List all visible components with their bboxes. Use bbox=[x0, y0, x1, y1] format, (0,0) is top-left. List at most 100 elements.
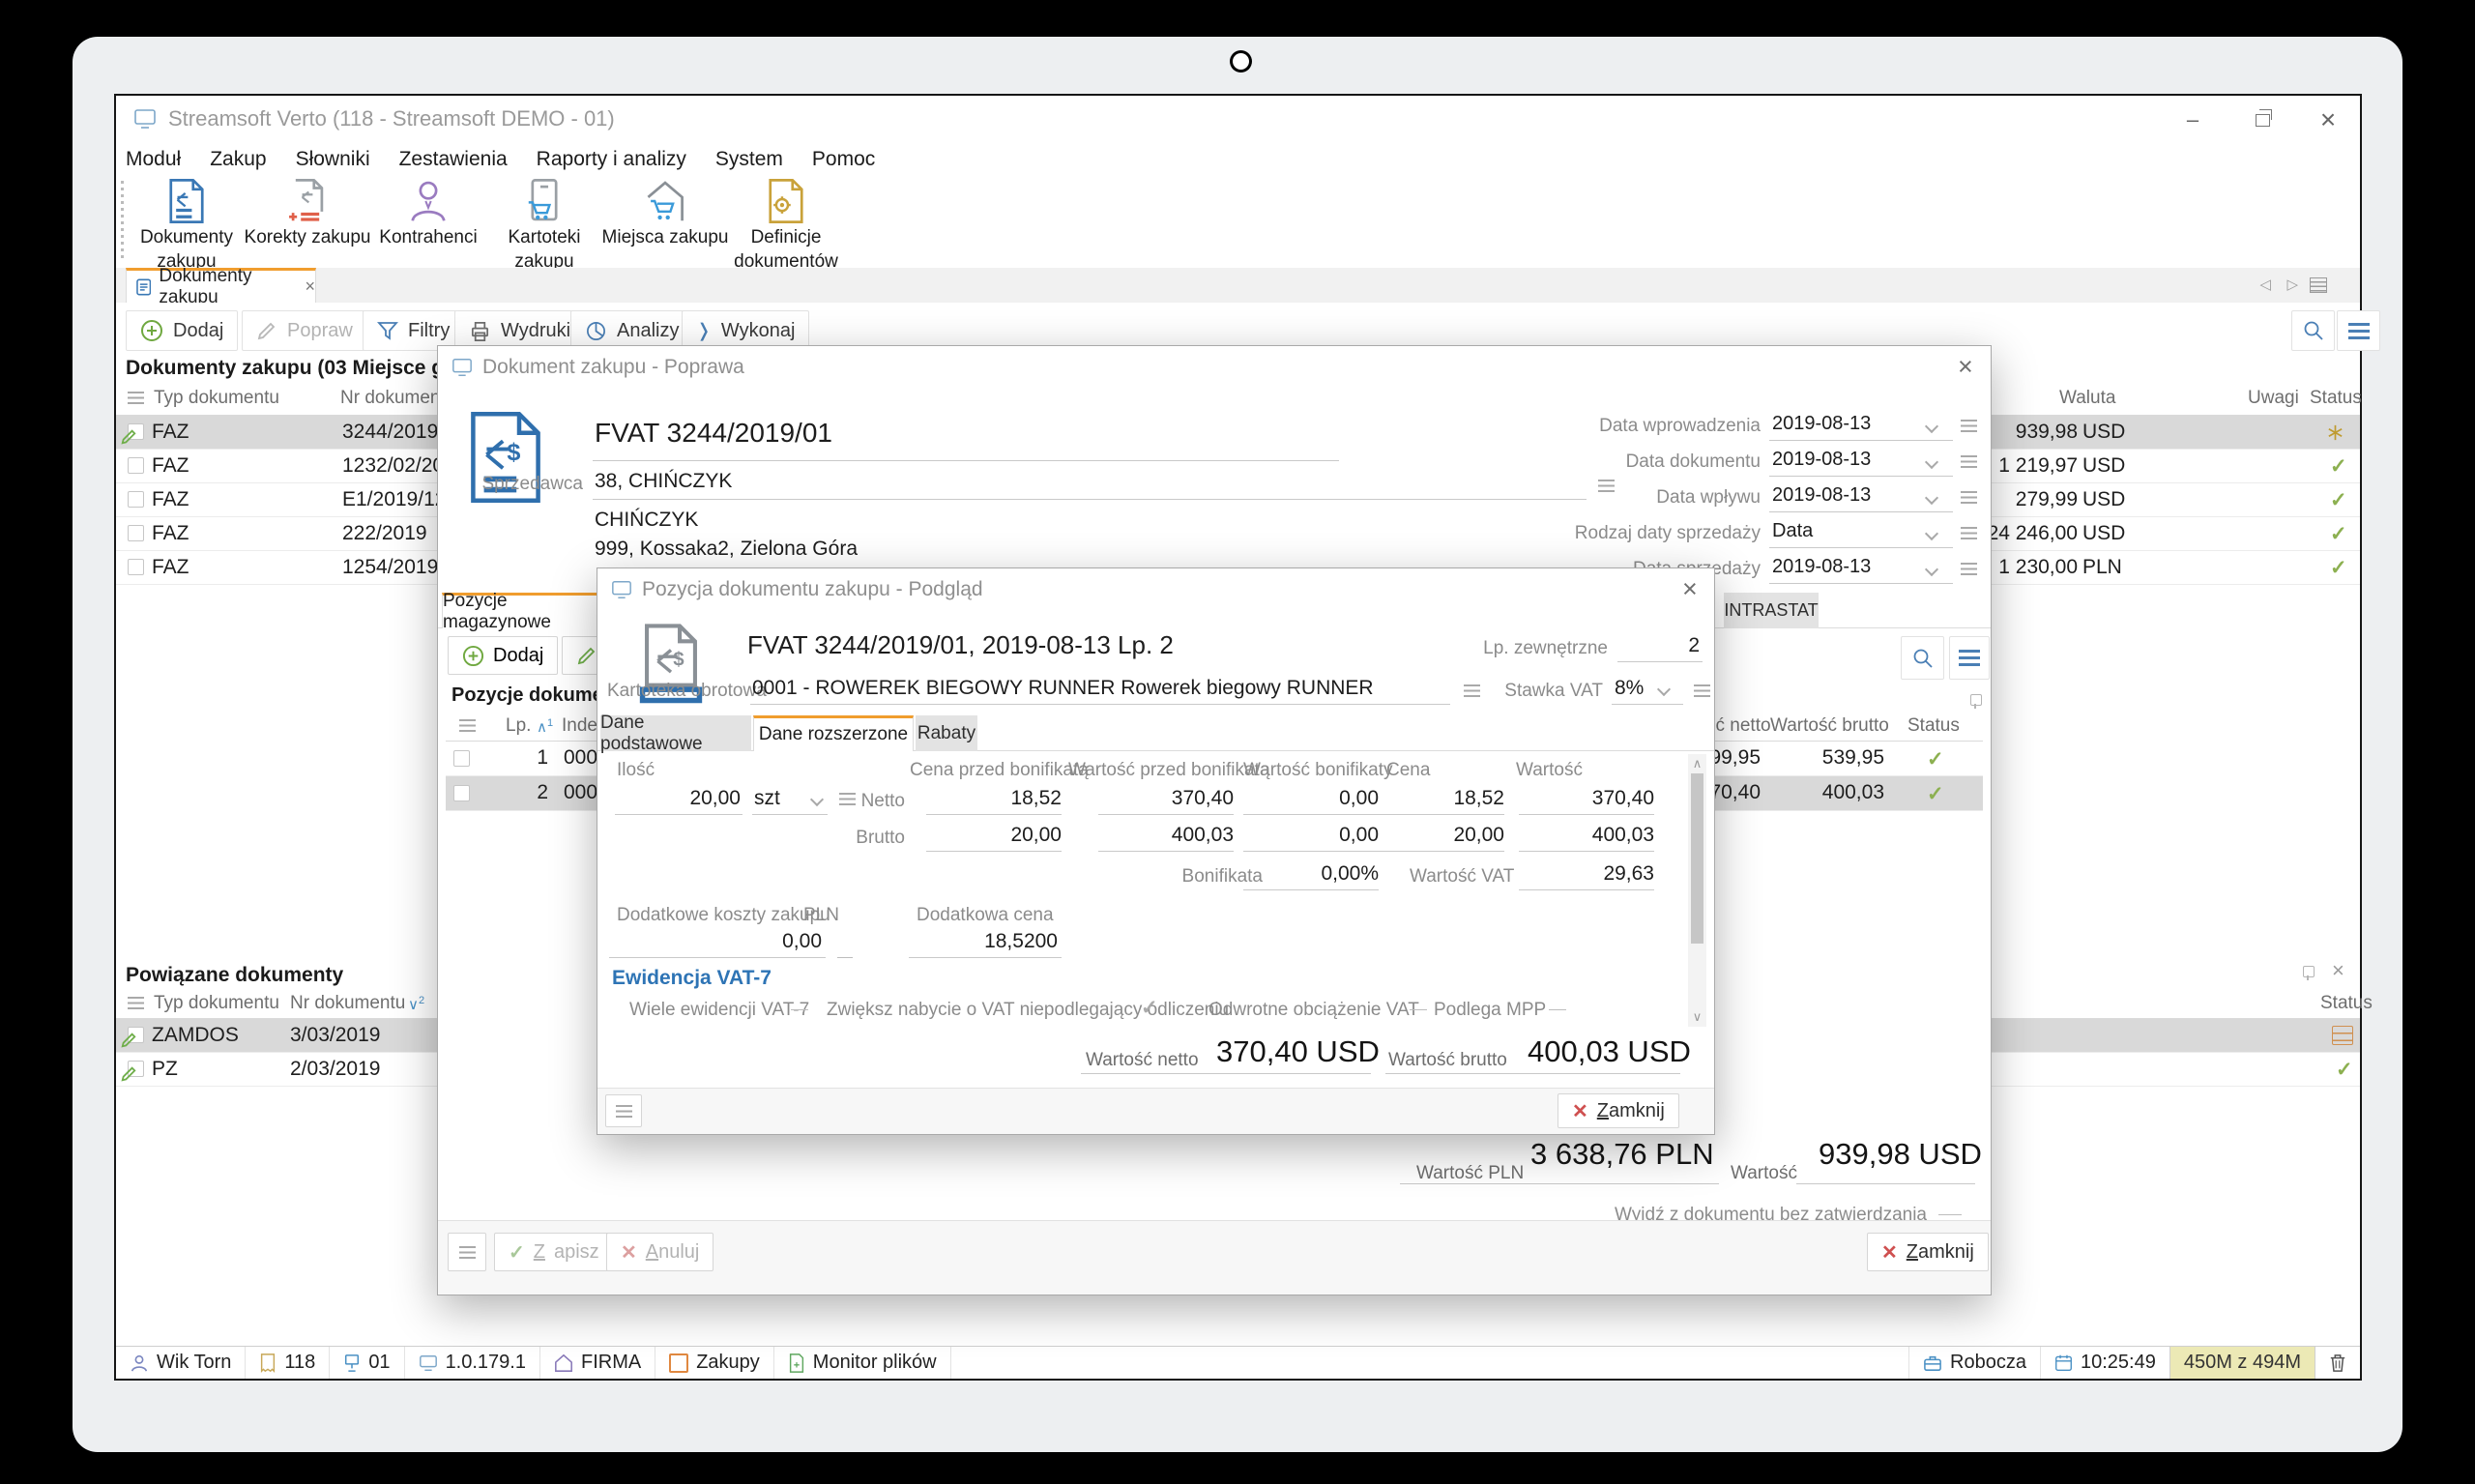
items-col-brutto[interactable]: Wartość brutto bbox=[1770, 715, 1889, 737]
tab-intrastat[interactable]: INTRASTAT bbox=[1724, 593, 1819, 628]
tab-dokumenty-zakupu[interactable]: Dokumenty zakupu × bbox=[126, 268, 316, 303]
panel-close-icon[interactable]: × bbox=[2332, 958, 2344, 983]
items-col-lp[interactable]: Lp. bbox=[506, 715, 531, 737]
status-station[interactable]: 01 bbox=[330, 1347, 404, 1379]
row-checkbox[interactable] bbox=[128, 559, 144, 575]
scrollbar-thumb[interactable] bbox=[1691, 773, 1703, 944]
anuluj-button[interactable]: ✕ Anuluj bbox=[606, 1233, 713, 1271]
grid-value[interactable]: 0,00 bbox=[1243, 824, 1379, 847]
docs-col-uwagi[interactable]: Uwagi bbox=[2248, 388, 2299, 409]
footer-menu-button[interactable] bbox=[605, 1094, 642, 1127]
exit-without-approve-checkbox[interactable] bbox=[1938, 1201, 1962, 1215]
related-col-nr[interactable]: Nr dokumentu bbox=[290, 993, 405, 1014]
unit-value[interactable]: szt bbox=[754, 787, 780, 810]
dodaj-button[interactable]: Dodaj bbox=[126, 310, 238, 351]
vat7-checked-icon[interactable]: ✓ bbox=[1141, 996, 1158, 1020]
grid-value[interactable]: 370,40 bbox=[1098, 787, 1234, 810]
item-scrollbar[interactable]: ∧ ∨ bbox=[1688, 754, 1706, 1027]
status-session[interactable]: 118 bbox=[246, 1347, 330, 1379]
status-user[interactable]: Wik Torn bbox=[116, 1347, 246, 1379]
date-value[interactable]: 2019-08-13 bbox=[1772, 449, 1871, 471]
docs-col-typ[interactable]: Typ dokumentu bbox=[154, 388, 279, 409]
date-value[interactable]: 2019-08-13 bbox=[1772, 556, 1871, 578]
grid-value[interactable]: 400,03 bbox=[1098, 824, 1234, 847]
toolbar-definicje-dokumentow[interactable]: Definicje dokumentów bbox=[728, 179, 844, 266]
grid-value[interactable]: 0,00 bbox=[1243, 787, 1379, 810]
menu-pomoc[interactable]: Pomoc bbox=[812, 148, 875, 171]
menu-zakup[interactable]: Zakup bbox=[210, 148, 266, 171]
restore-button[interactable] bbox=[2240, 105, 2285, 134]
docs-col-status[interactable]: Status bbox=[2310, 388, 2362, 409]
popraw-button[interactable]: Popraw bbox=[242, 310, 367, 351]
edit-dialog-close-icon[interactable]: × bbox=[1958, 354, 1973, 380]
vat-rate-menu-icon[interactable] bbox=[1694, 684, 1710, 697]
date-value[interactable]: Data bbox=[1772, 520, 1813, 542]
chevron-down-icon[interactable] bbox=[1925, 455, 1938, 469]
items-pin-icon[interactable] bbox=[1970, 694, 1982, 706]
item-dialog-close-icon[interactable]: × bbox=[1682, 576, 1698, 602]
grid-value[interactable]: 18,52 bbox=[926, 787, 1062, 810]
lp-ext-value[interactable]: 2 bbox=[1617, 634, 1700, 657]
vat7-checkbox[interactable] bbox=[1410, 996, 1427, 1010]
status-company[interactable]: FIRMA bbox=[540, 1347, 655, 1379]
footer-menu-button[interactable] bbox=[448, 1233, 486, 1271]
chevron-down-icon[interactable] bbox=[1925, 420, 1938, 433]
date-menu-icon[interactable] bbox=[1961, 563, 1977, 575]
items-dodaj-button[interactable]: Dodaj bbox=[448, 636, 558, 675]
docs-col-nr[interactable]: Nr dokumen bbox=[340, 388, 441, 409]
vat-value[interactable]: 29,63 bbox=[1519, 862, 1654, 886]
card-value[interactable]: 0001 - ROWEREK BIEGOWY RUNNER Rowerek bi… bbox=[752, 677, 1374, 700]
minimize-button[interactable]: – bbox=[2170, 105, 2215, 134]
zapisz-button[interactable]: ✓ ZZapiszapisz bbox=[494, 1233, 614, 1271]
extra-price-value[interactable]: 18,5200 bbox=[909, 930, 1058, 953]
status-time[interactable]: 10:25:49 bbox=[2040, 1347, 2169, 1379]
date-menu-icon[interactable] bbox=[1961, 527, 1977, 539]
zamknij-button[interactable]: ✕ Zamknij bbox=[1867, 1233, 1989, 1271]
status-version[interactable]: 1.0.179.1 bbox=[405, 1347, 540, 1379]
grid-value[interactable]: 18,52 bbox=[1369, 787, 1504, 810]
grid-value[interactable]: 370,40 bbox=[1519, 787, 1654, 810]
related-col-status[interactable]: Status bbox=[2320, 993, 2373, 1014]
row-checkbox[interactable] bbox=[128, 491, 144, 508]
tab-dane-rozszerzone[interactable]: Dane rozszerzone bbox=[753, 715, 914, 751]
items-header-menu-icon[interactable] bbox=[459, 719, 476, 732]
tab-list-icon[interactable] bbox=[2310, 277, 2327, 293]
grid-value[interactable]: 20,00 bbox=[1369, 824, 1504, 847]
vat7-checkbox[interactable] bbox=[791, 996, 808, 1010]
date-menu-icon[interactable] bbox=[1961, 455, 1977, 468]
vat-rate-value[interactable]: 8% bbox=[1615, 677, 1644, 700]
items-search-button[interactable] bbox=[1901, 636, 1944, 680]
menu-slowniki[interactable]: Słowniki bbox=[296, 148, 370, 171]
related-col-typ[interactable]: Typ dokumentu bbox=[154, 993, 279, 1014]
status-db[interactable]: Robocza bbox=[1908, 1347, 2040, 1379]
date-menu-icon[interactable] bbox=[1961, 420, 1977, 432]
row-checkbox[interactable] bbox=[128, 525, 144, 541]
toolbar-korekty-zakupu[interactable]: Korekty zakupu bbox=[249, 179, 365, 266]
scroll-up-icon[interactable]: ∧ bbox=[1688, 756, 1706, 771]
tab-dane-podstawowe[interactable]: Dane podstawowe bbox=[600, 715, 751, 751]
date-value[interactable]: 2019-08-13 bbox=[1772, 413, 1871, 435]
toolbar-kontrahenci[interactable]: Kontrahenci bbox=[370, 179, 486, 266]
grid-value[interactable]: 400,03 bbox=[1519, 824, 1654, 847]
qty-value[interactable]: 20,00 bbox=[615, 787, 741, 810]
tab-rabaty[interactable]: Rabaty bbox=[916, 715, 977, 751]
extra-cost-value[interactable]: 0,00 bbox=[609, 930, 822, 953]
status-trash[interactable] bbox=[2315, 1347, 2360, 1379]
extra-cost-checkbox[interactable] bbox=[837, 944, 853, 958]
tab-scroll-right-icon[interactable]: ▷ bbox=[2286, 276, 2298, 293]
discount-value[interactable]: 0,00% bbox=[1243, 862, 1379, 886]
seller-field[interactable]: 38, CHIŃCZYK bbox=[595, 470, 732, 493]
date-value[interactable]: 2019-08-13 bbox=[1772, 484, 1871, 507]
doc-number-field[interactable]: FVAT 3244/2019/01 bbox=[595, 418, 832, 449]
scroll-down-icon[interactable]: ∨ bbox=[1688, 1009, 1706, 1025]
panel-pin-icon[interactable] bbox=[2303, 966, 2315, 977]
toolbar-dokumenty-zakupu[interactable]: Dokumenty zakupu bbox=[129, 179, 245, 266]
row-checkbox[interactable] bbox=[453, 785, 470, 801]
chevron-down-icon[interactable] bbox=[1925, 527, 1938, 540]
items-grid-menu-button[interactable] bbox=[1949, 636, 1990, 680]
chevron-down-icon[interactable] bbox=[1925, 563, 1938, 576]
status-module[interactable]: Zakupy bbox=[655, 1347, 774, 1379]
menu-zestawienia[interactable]: Zestawienia bbox=[399, 148, 508, 171]
grid-menu-button[interactable] bbox=[2337, 310, 2380, 351]
menu-modul[interactable]: Moduł bbox=[126, 148, 181, 171]
